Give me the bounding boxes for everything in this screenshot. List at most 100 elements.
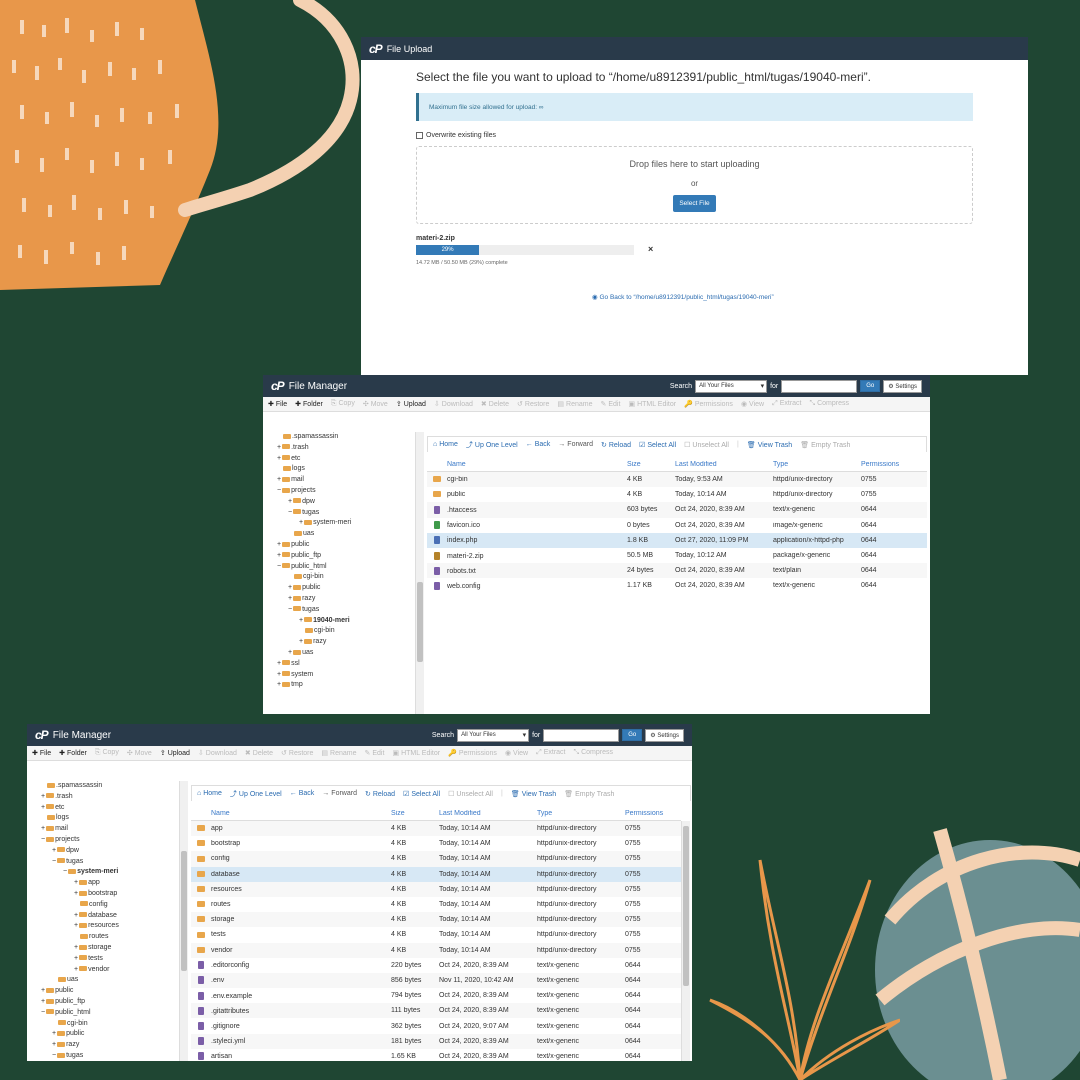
expand-icon[interactable]: + <box>41 998 45 1005</box>
nav-reload-button[interactable]: ↻ Reload <box>365 790 395 798</box>
column-header-last-modified[interactable]: Last Modified <box>675 461 773 468</box>
toolbar-restore-button[interactable]: ↺ Restore <box>281 749 313 757</box>
collapse-icon[interactable]: − <box>52 858 56 865</box>
toolbar-move-button[interactable]: ✣ Move <box>127 749 152 757</box>
expand-icon[interactable]: + <box>277 681 281 688</box>
column-header-name[interactable]: Name <box>191 810 391 817</box>
table-row[interactable]: database 4 KB Today, 10:14 AM httpd/unix-di… <box>191 866 681 882</box>
collapse-icon[interactable]: − <box>63 868 67 875</box>
tree-item[interactable]: + public <box>41 986 177 997</box>
nav-back-button[interactable]: ← Back <box>526 441 551 448</box>
table-row[interactable]: public 4 KB Today, 10:14 AM httpd/unix-dire… <box>427 487 927 502</box>
tree-item[interactable]: + mail <box>277 475 413 486</box>
toolbar-move-button[interactable]: ✣ Move <box>363 400 388 408</box>
toolbar-upload-button[interactable]: ⇪ Upload <box>160 749 190 757</box>
toolbar-rename-button[interactable]: ▤ Rename <box>557 400 592 408</box>
collapse-icon[interactable]: − <box>41 836 45 843</box>
search-go-button[interactable]: Go <box>860 380 881 392</box>
tree-item[interactable]: + vendor <box>41 965 177 976</box>
tree-item[interactable]: + ssl <box>277 659 413 670</box>
tree-item[interactable]: + public_ftp <box>41 997 177 1008</box>
go-back-link[interactable]: ◉ Go Back to “/home/u8912391/public_html… <box>592 293 774 301</box>
nav-unselect-all-button[interactable]: ☐ Unselect All <box>684 441 729 449</box>
table-row[interactable]: cgi-bin 4 KB Today, 9:53 AM httpd/unix-dire… <box>427 472 927 488</box>
tree-item[interactable]: routes <box>41 932 177 943</box>
toolbar-file-button[interactable]: ✚ File <box>32 749 51 757</box>
expand-icon[interactable]: + <box>277 455 281 462</box>
toolbar-permissions-button[interactable]: 🔑 Permissions <box>448 749 497 757</box>
table-row[interactable]: robots.txt 24 bytes Oct 24, 2020, 8:39 AM t… <box>427 563 927 579</box>
toolbar-file-button[interactable]: ✚ File <box>268 400 287 408</box>
collapse-icon[interactable]: − <box>288 509 292 516</box>
tree-item[interactable]: cgi-bin <box>41 1019 177 1030</box>
toolbar-copy-button[interactable]: ⎘ Copy <box>331 400 355 408</box>
expand-icon[interactable]: + <box>277 660 281 667</box>
search-scope-select[interactable]: All Your Files <box>457 728 530 742</box>
tree-item[interactable]: + app <box>41 878 177 889</box>
tree-item[interactable]: .spamassassin <box>41 781 177 792</box>
expand-icon[interactable]: + <box>41 987 45 994</box>
table-row[interactable]: .styleci.yml 181 bytes Oct 24, 2020, 8:39 … <box>191 1033 681 1049</box>
tree-item[interactable]: + .trash <box>277 443 413 454</box>
collapse-icon[interactable]: − <box>288 606 292 613</box>
column-header-size[interactable]: Size <box>391 810 439 817</box>
tree-scrollbar[interactable] <box>415 432 424 714</box>
expand-icon[interactable]: + <box>288 498 292 505</box>
expand-icon[interactable]: + <box>74 944 78 951</box>
table-row[interactable]: app 4 KB Today, 10:14 AM httpd/unix-directo… <box>191 821 681 837</box>
table-row[interactable]: bootstrap 4 KB Today, 10:14 AM httpd/unix-d… <box>191 836 681 851</box>
nav-home-button[interactable]: ⌂ Home <box>197 790 222 797</box>
tree-item[interactable]: + system <box>277 670 413 681</box>
tree-item[interactable]: + public_ftp <box>277 551 413 562</box>
table-row[interactable]: storage 4 KB Today, 10:14 AM httpd/unix-dir… <box>191 912 681 928</box>
expand-icon[interactable]: + <box>299 519 303 526</box>
table-row[interactable]: favicon.ico 0 bytes Oct 24, 2020, 8:39 AM i… <box>427 518 927 533</box>
expand-icon[interactable]: + <box>277 444 281 451</box>
overwrite-checkbox[interactable] <box>416 132 423 139</box>
expand-icon[interactable]: + <box>74 890 78 897</box>
column-header-type[interactable]: Type <box>773 461 861 468</box>
expand-icon[interactable]: + <box>41 804 45 811</box>
table-row[interactable]: .env 856 bytes Nov 11, 2020, 10:42 AM text/… <box>191 972 681 989</box>
tree-item[interactable]: + etc <box>41 803 177 814</box>
tree-item[interactable]: + dpw <box>277 497 413 508</box>
toolbar-extract-button[interactable]: ⤢ Extract <box>536 749 565 757</box>
nav-home-button[interactable]: ⌂ Home <box>433 441 458 448</box>
table-row[interactable]: tests 4 KB Today, 10:14 AM httpd/unix-direc… <box>191 927 681 942</box>
column-header-permissions[interactable]: Permissions <box>625 810 680 817</box>
tree-scrollbar[interactable] <box>179 781 188 1061</box>
toolbar-restore-button[interactable]: ↺ Restore <box>517 400 549 408</box>
toolbar-edit-button[interactable]: ✎ Edit <box>601 400 621 408</box>
toolbar-copy-button[interactable]: ⎘ Copy <box>95 749 119 757</box>
tree-item[interactable]: − tugas <box>41 1051 177 1061</box>
nav-unselect-all-button[interactable]: ☐ Unselect All <box>448 790 493 798</box>
tree-item[interactable]: − projects <box>277 486 413 497</box>
toolbar-delete-button[interactable]: ✖ Delete <box>481 400 509 408</box>
expand-icon[interactable]: + <box>288 595 292 602</box>
nav-up-one-level-button[interactable]: ⤴ Up One Level <box>230 789 282 799</box>
tree-item[interactable]: + bootstrap <box>41 889 177 900</box>
tree-item[interactable]: + public <box>41 1029 177 1040</box>
nav-up-one-level-button[interactable]: ⤴ Up One Level <box>466 440 518 450</box>
tree-item[interactable]: uas <box>41 975 177 986</box>
tree-item[interactable]: + storage <box>41 943 177 954</box>
table-row[interactable]: index.php 1.8 KB Oct 27, 2020, 11:09 PM app… <box>427 532 927 548</box>
expand-icon[interactable]: + <box>277 671 281 678</box>
toolbar-extract-button[interactable]: ⤢ Extract <box>772 400 801 408</box>
tree-item[interactable]: + razy <box>277 637 413 648</box>
expand-icon[interactable]: + <box>74 879 78 886</box>
tree-item[interactable]: config <box>41 900 177 911</box>
expand-icon[interactable]: + <box>299 638 303 645</box>
column-header-name[interactable]: Name <box>427 461 627 468</box>
expand-icon[interactable]: + <box>74 966 78 973</box>
table-row[interactable]: .env.example 794 bytes Oct 24, 2020, 8:39 … <box>191 988 681 1003</box>
table-scrollbar[interactable] <box>681 821 690 1061</box>
expand-icon[interactable]: + <box>288 584 292 591</box>
expand-icon[interactable]: + <box>277 541 281 548</box>
tree-item[interactable]: + resources <box>41 921 177 932</box>
collapse-icon[interactable]: − <box>277 563 281 570</box>
tree-item[interactable]: − tugas <box>277 508 413 519</box>
expand-icon[interactable]: + <box>74 912 78 919</box>
table-row[interactable]: routes 4 KB Today, 10:14 AM httpd/unix-dire… <box>191 897 681 912</box>
nav-select-all-button[interactable]: ☑ Select All <box>403 790 440 798</box>
